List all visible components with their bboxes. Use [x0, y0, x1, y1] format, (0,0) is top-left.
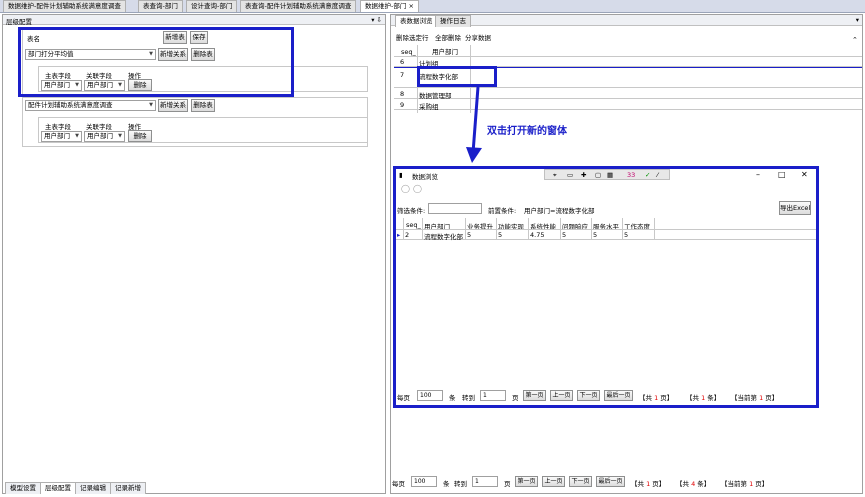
highlight-box-left — [18, 27, 294, 97]
page-label: 页 — [504, 480, 511, 488]
annotation-label: 双击打开新的窗体 — [487, 126, 567, 137]
arrow-down-icon — [466, 86, 482, 163]
pin-icon[interactable]: ▾ ⇩ — [371, 16, 382, 24]
pin-icon[interactable]: ▾ — [856, 16, 859, 24]
document-tab-strip: 数据维护-配件计划辅助系统满意度调查 表查询-部门 设计查询-部门 表查询-配件… — [0, 0, 865, 13]
col-main-field: 主表字段 — [45, 123, 71, 131]
col-header-dept: 用户部门 — [432, 48, 458, 56]
last-page-button[interactable]: 最后一页 — [596, 476, 625, 487]
add-relation-button-2[interactable]: 新增关系 — [158, 99, 188, 112]
right-panel-tabs: 表数据浏览 操作日志 ▾ — [391, 15, 862, 27]
left-panel-header: 层级配置 ▾ ⇩ — [3, 15, 385, 26]
per-page-input[interactable]: 100 — [411, 476, 437, 487]
tab-record-new[interactable]: 记录新增 — [110, 482, 146, 494]
main-field-select-2-value: 用户部门 — [44, 132, 70, 140]
prev-page-button[interactable]: 上一页 — [542, 476, 565, 487]
share-data-button[interactable]: 分享数据 — [465, 32, 491, 42]
tab-level-config[interactable]: 层级配置 — [40, 482, 76, 494]
cell-seq: 8 — [400, 90, 405, 98]
goto-label: 转到 — [454, 480, 467, 488]
current-page: 【当前第 1 页】 — [721, 480, 769, 488]
chevron-down-icon: ▼ — [118, 133, 122, 139]
delete-selected-button[interactable]: 删除选定行 — [396, 32, 429, 42]
col-header-seq: seq_ — [401, 48, 416, 56]
delete-all-button[interactable]: 全部删除 — [435, 32, 461, 42]
tab-model-settings[interactable]: 模型设置 — [5, 482, 41, 494]
cell-dept: 数据管理部 — [419, 92, 452, 100]
cell-seq: 9 — [400, 101, 405, 109]
doc-tab-4-label: 数据维护-部门 — [365, 2, 407, 10]
main-pager: 每页 100 条 转到 1 页 第一页 上一页 下一页 最后一页 【共 1 页】… — [391, 476, 863, 490]
close-icon[interactable]: × — [408, 2, 413, 10]
table-select-2-value: 配件计划辅助系统满意度调查 — [28, 101, 113, 109]
cell-seq: 6 — [400, 58, 405, 66]
doc-tab-1[interactable]: 表查询-部门 — [138, 0, 183, 12]
left-bottom-tabs: 模型设置 层级配置 记录编辑 记录新增 — [3, 482, 203, 494]
table-select-2[interactable]: 配件计划辅助系统满意度调查 ▼ — [25, 100, 156, 111]
per-page-label: 每页 — [392, 480, 405, 488]
unit-label: 条 — [443, 480, 450, 488]
goto-input[interactable]: 1 — [472, 476, 498, 487]
main-field-select-2[interactable]: 用户部门 ▼ — [41, 131, 82, 142]
doc-tab-2[interactable]: 设计查询-部门 — [186, 0, 238, 12]
panel-title: 层级配置 — [6, 18, 32, 26]
chevron-down-icon: ▼ — [75, 133, 79, 139]
total-pages: 【共 1 页】 — [631, 480, 666, 488]
highlight-box-popup — [393, 166, 819, 408]
first-page-button[interactable]: 第一页 — [515, 476, 538, 487]
delete-table-button-2[interactable]: 删除表 — [191, 99, 215, 112]
tab-record-edit[interactable]: 记录编辑 — [75, 482, 111, 494]
table-row[interactable]: 6 计划组 — [394, 57, 862, 68]
cell-seq: 7 — [400, 71, 405, 79]
delete-relation-button-2[interactable]: 删除 — [128, 130, 152, 142]
chevron-down-icon: ▼ — [149, 102, 153, 108]
tab-operation-log[interactable]: 操作日志 — [435, 15, 471, 27]
highlight-box-row — [417, 66, 497, 87]
rel-field-select-2-value: 用户部门 — [87, 132, 113, 140]
doc-tab-4-active[interactable]: 数据维护-部门 × — [360, 0, 419, 12]
rel-field-select-2[interactable]: 用户部门 ▼ — [84, 131, 125, 142]
col-rel-field: 关联字段 — [86, 123, 112, 131]
cell-dept: 采购组 — [419, 103, 439, 111]
tab-table-browse[interactable]: 表数据浏览 — [395, 15, 438, 27]
total-rows: 【共 4 条】 — [676, 480, 711, 488]
next-page-button[interactable]: 下一页 — [569, 476, 592, 487]
doc-tab-0[interactable]: 数据维护-配件计划辅助系统满意度调查 — [3, 0, 126, 12]
doc-tab-3[interactable]: 表查询-配件计划辅助系统满意度调查 — [240, 0, 357, 12]
